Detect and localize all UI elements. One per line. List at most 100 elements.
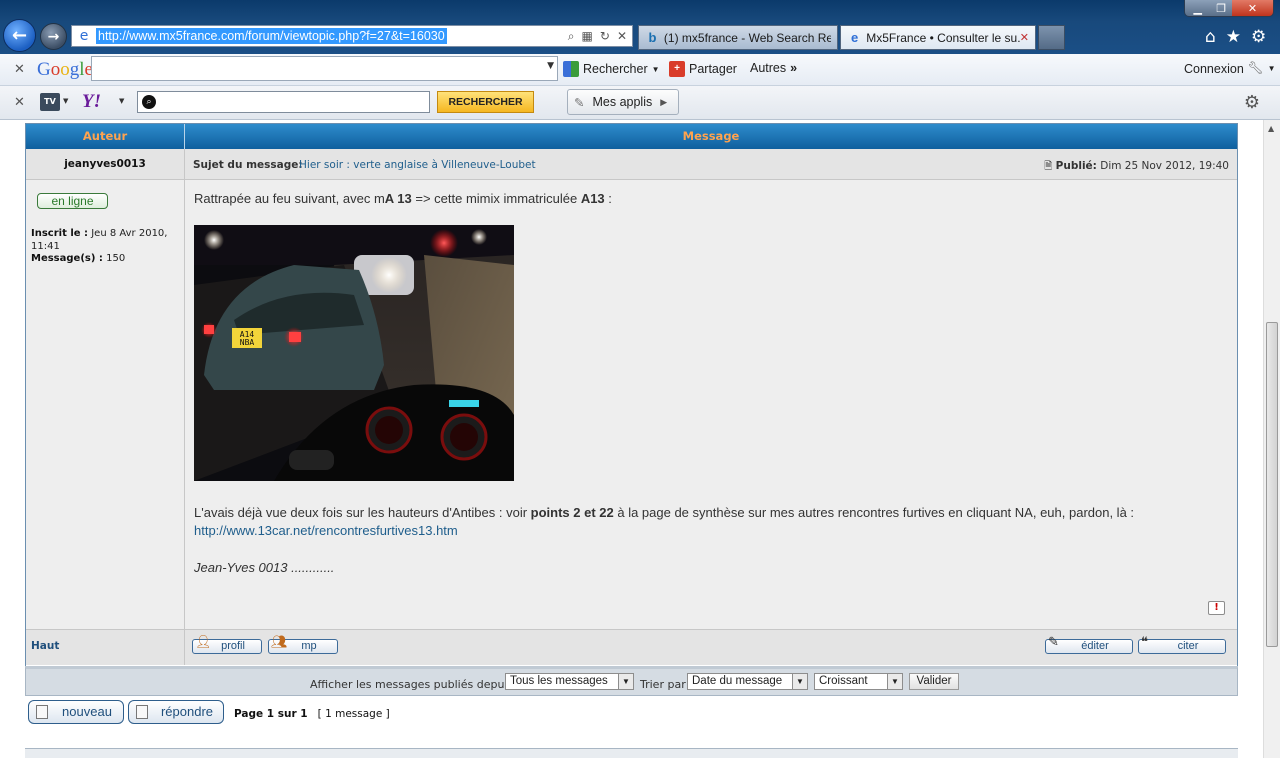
double-chevron-icon: » bbox=[790, 61, 798, 75]
chevron-down-icon[interactable]: ▼ bbox=[63, 97, 68, 105]
new-tab-button[interactable] bbox=[1038, 25, 1065, 50]
subject-link[interactable]: Hier soir : verte anglaise à Villeneuve-… bbox=[299, 159, 536, 171]
select-value: Croissant bbox=[819, 675, 868, 687]
author-name[interactable]: jeanyves0013 bbox=[26, 149, 184, 180]
tab-web-search[interactable]: b (1) mx5france - Web Search Re... bbox=[638, 25, 838, 50]
sort-select[interactable]: Date du message ▼ bbox=[687, 673, 808, 690]
tab-label: Mx5France • Consulter le su... bbox=[866, 30, 1020, 45]
private-message-button[interactable]: 👥︎ mp bbox=[268, 635, 338, 654]
apps-icon: ✎ bbox=[574, 95, 585, 110]
google-autres-button[interactable]: Autres » bbox=[750, 61, 797, 75]
minimize-button[interactable]: ▁ bbox=[1185, 0, 1211, 16]
subject-bar: Sujet du message: Hier soir : verte angl… bbox=[185, 149, 1237, 180]
post-link[interactable]: http://www.13car.net/rencontresfurtives1… bbox=[194, 523, 458, 538]
reply-label: répondre bbox=[160, 704, 214, 719]
tab-forum[interactable]: e Mx5France • Consulter le su... ✕ bbox=[840, 25, 1036, 50]
profil-button[interactable]: 👤︎ profil bbox=[192, 635, 262, 654]
text-bold: A13 bbox=[580, 191, 605, 206]
google-search-input[interactable]: ▼ bbox=[91, 56, 558, 81]
select-value: Date du message bbox=[692, 675, 783, 687]
yahoo-logo[interactable]: Y! bbox=[82, 91, 101, 113]
valider-button[interactable]: Valider bbox=[909, 673, 959, 690]
message-count: [ 1 message ] bbox=[317, 708, 390, 720]
back-to-top-link[interactable]: Haut bbox=[31, 640, 59, 652]
google-partager-button[interactable]: + Partager bbox=[669, 61, 737, 77]
post-icon[interactable]: 🗎︎ bbox=[1044, 161, 1052, 172]
breadcrumb-bar bbox=[25, 748, 1238, 758]
post-paragraph-2: L'avais déjà vue deux fois sur les haute… bbox=[194, 505, 1134, 520]
scroll-thumb[interactable] bbox=[1266, 322, 1278, 647]
back-button[interactable]: ← bbox=[3, 19, 36, 52]
settings-gear-icon[interactable]: ⚙ bbox=[1240, 92, 1264, 114]
document-icon bbox=[136, 705, 148, 719]
address-tools: ⌕ ▦ ↻ ✕ bbox=[568, 29, 632, 44]
plate-text: NBA bbox=[240, 338, 255, 347]
text: à la page de synthèse sur mes autres ren… bbox=[613, 505, 1135, 520]
google-connexion-button[interactable]: Connexion 🔧︎ ▼ bbox=[1184, 61, 1276, 76]
search-icon[interactable]: ⌕ bbox=[568, 29, 575, 44]
citer-label: citer bbox=[1177, 640, 1199, 652]
forward-button[interactable]: → bbox=[40, 23, 67, 50]
favorites-star-icon[interactable]: ★ bbox=[1226, 27, 1241, 47]
chevron-down-icon: ▼ bbox=[792, 674, 807, 689]
yahoo-search-input[interactable]: ⌕ bbox=[137, 91, 430, 113]
header-author: Auteur bbox=[26, 124, 185, 149]
google-rechercher-button[interactable]: Rechercher ▼ bbox=[563, 61, 660, 77]
new-topic-button[interactable]: nouveau bbox=[28, 700, 124, 724]
mp-label: mp bbox=[301, 640, 317, 652]
yahoo-search-button[interactable]: RECHERCHER bbox=[437, 91, 534, 113]
chevron-down-icon: ▼ bbox=[651, 64, 660, 74]
forum-page: Auteur Message jeanyves0013 en ligne Ins… bbox=[0, 120, 1263, 758]
text-bold: points 2 et 22 bbox=[530, 505, 614, 520]
report-post-button[interactable]: ! bbox=[1208, 601, 1225, 615]
refresh-icon[interactable]: ↻ bbox=[600, 29, 610, 44]
new-topic-label: nouveau bbox=[62, 704, 112, 719]
partager-label: Partager bbox=[689, 62, 737, 76]
published-date: Dim 25 Nov 2012, 19:40 bbox=[1100, 160, 1229, 172]
chevron-down-icon: ▼ bbox=[1267, 64, 1276, 73]
close-toolbar-icon[interactable]: ✕ bbox=[14, 95, 25, 110]
filter-label: Afficher les messages publiés depuis : bbox=[310, 678, 521, 691]
compat-view-icon[interactable]: ▦ bbox=[582, 29, 593, 44]
mes-applis-button[interactable]: ✎ Mes applis ▶ bbox=[567, 89, 679, 115]
address-bar[interactable]: e http://www.mx5france.com/forum/viewtop… bbox=[71, 25, 633, 47]
post-actions: 👤︎ profil 👥︎ mp ✎ éditer ❝ citer bbox=[185, 629, 1237, 665]
text-bold: A 13 bbox=[384, 191, 412, 206]
vertical-scrollbar[interactable]: ▲ bbox=[1263, 120, 1280, 758]
chevron-down-icon: ▼ bbox=[618, 674, 633, 689]
close-window-button[interactable]: ✕ bbox=[1231, 0, 1273, 16]
stop-icon[interactable]: ✕ bbox=[617, 29, 627, 44]
bing-icon: b bbox=[648, 29, 657, 45]
profil-label: profil bbox=[221, 640, 245, 652]
author-column: jeanyves0013 en ligne Inscrit le : Jeu 8… bbox=[26, 149, 185, 665]
tab-close-icon[interactable]: ✕ bbox=[1020, 31, 1029, 44]
haut-cell: Haut bbox=[26, 629, 184, 665]
ie-page-icon: e bbox=[79, 28, 89, 44]
window-controls: ▁ ❐ ✕ bbox=[1184, 0, 1274, 17]
ie-icon: e bbox=[851, 29, 859, 45]
reply-button[interactable]: répondre bbox=[128, 700, 224, 724]
order-select[interactable]: Croissant ▼ bbox=[814, 673, 903, 690]
since-select[interactable]: Tous les messages ▼ bbox=[505, 673, 634, 690]
registered-label: Inscrit le : bbox=[31, 228, 89, 239]
quote-button[interactable]: ❝ citer bbox=[1138, 635, 1226, 654]
maximize-button[interactable]: ❐ bbox=[1210, 0, 1232, 16]
chevron-down-icon[interactable]: ▼ bbox=[119, 97, 124, 105]
edit-button[interactable]: ✎ éditer bbox=[1045, 635, 1133, 654]
scroll-up-icon[interactable]: ▲ bbox=[1268, 124, 1274, 133]
google-logo: Google bbox=[37, 59, 93, 80]
message-column: Sujet du message: Hier soir : verte angl… bbox=[185, 149, 1237, 665]
wrench-icon[interactable]: 🔧︎ bbox=[1248, 61, 1264, 76]
url-text[interactable]: http://www.mx5france.com/forum/viewtopic… bbox=[96, 28, 447, 44]
post-photo[interactable]: A14 NBA bbox=[194, 225, 514, 481]
home-icon[interactable]: ⌂ bbox=[1205, 27, 1216, 47]
page-count: Page 1 sur 1 bbox=[234, 708, 308, 720]
text: : bbox=[604, 191, 612, 206]
tv-icon[interactable]: TV bbox=[40, 93, 60, 111]
close-toolbar-icon[interactable]: ✕ bbox=[14, 62, 25, 77]
dropdown-arrow-icon[interactable]: ▼ bbox=[547, 61, 554, 71]
text: => cette mimix immatriculée bbox=[411, 191, 581, 206]
connexion-label: Connexion bbox=[1184, 61, 1244, 76]
select-value: Tous les messages bbox=[510, 675, 608, 687]
tools-gear-icon[interactable]: ⚙ bbox=[1251, 27, 1266, 47]
